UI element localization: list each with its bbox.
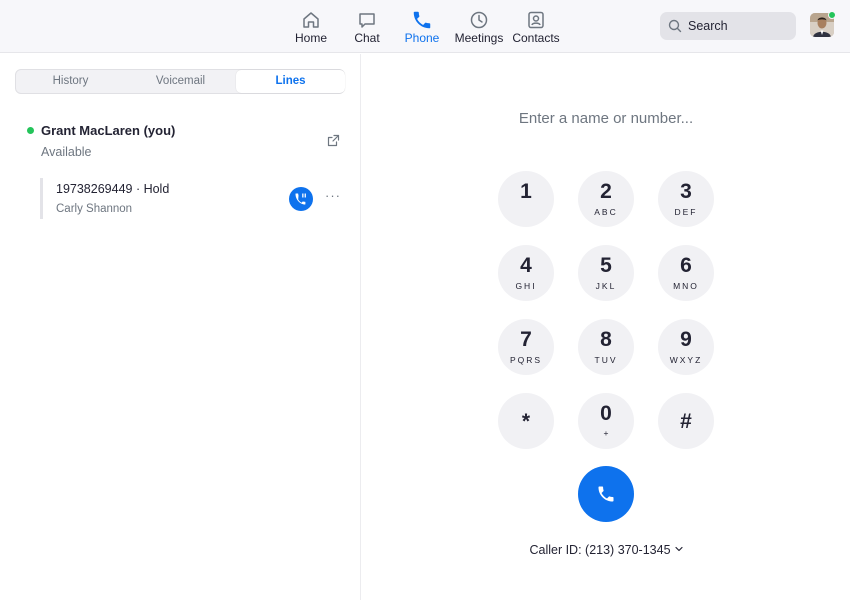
dial-key-digit: # xyxy=(680,410,692,433)
nav-chat[interactable]: Chat xyxy=(337,0,397,53)
nav-phone-label: Phone xyxy=(404,31,440,45)
nav-meetings-label: Meetings xyxy=(454,31,504,45)
chat-icon xyxy=(359,13,375,28)
contacts-icon xyxy=(528,11,544,29)
more-options-button[interactable]: ··· xyxy=(325,189,341,202)
held-call-contact: Carly Shannon xyxy=(56,203,133,215)
nav-meetings[interactable]: Meetings xyxy=(449,0,509,53)
dial-key-3[interactable]: 3 DEF xyxy=(658,171,714,227)
lines-panel: History Voicemail Lines Grant MacLaren (… xyxy=(0,54,361,600)
caller-id-label: Caller ID: (213) 370-1345 xyxy=(529,543,671,557)
tab-bar: History Voicemail Lines xyxy=(15,69,345,94)
nav-chat-label: Chat xyxy=(354,31,380,45)
tab-history[interactable]: History xyxy=(16,70,125,93)
dial-key-9[interactable]: 9 WXYZ xyxy=(658,319,714,375)
nav-contacts[interactable]: Contacts xyxy=(506,0,566,53)
call-button[interactable] xyxy=(578,466,634,522)
dial-key-7[interactable]: 7 PQRS xyxy=(498,319,554,375)
dial-key-5[interactable]: 5 JKL xyxy=(578,245,634,301)
dial-key-digit: 7 xyxy=(520,328,532,351)
dial-key-letters: WXYZ xyxy=(669,355,703,365)
search-label: Search xyxy=(688,19,728,33)
dial-input[interactable]: Enter a name or number... xyxy=(362,110,850,127)
top-navigation-bar: Home Chat Phone Meetings Contacts Search xyxy=(0,0,850,53)
dial-key-star[interactable]: * xyxy=(498,393,554,449)
nav-home-label: Home xyxy=(294,31,327,45)
dial-key-hash[interactable]: # xyxy=(658,393,714,449)
home-icon xyxy=(303,12,319,28)
held-call-indicator xyxy=(40,178,43,219)
held-call-number: 19738269449 · Hold xyxy=(56,182,170,196)
user-name: Grant MacLaren (you) xyxy=(41,123,176,138)
phone-icon xyxy=(598,486,614,502)
presence-indicator xyxy=(828,11,836,19)
dial-key-digit: 1 xyxy=(520,180,532,203)
dial-key-digit: 5 xyxy=(600,254,612,277)
nav-home[interactable]: Home xyxy=(281,0,341,53)
tab-voicemail[interactable]: Voicemail xyxy=(126,70,235,93)
dial-key-letters: MNO xyxy=(673,281,699,291)
nav-contacts-label: Contacts xyxy=(512,31,560,45)
dial-key-8[interactable]: 8 TUV xyxy=(578,319,634,375)
dial-key-4[interactable]: 4 GHI xyxy=(498,245,554,301)
dial-key-letters: GHI xyxy=(515,281,537,291)
dial-key-digit: 9 xyxy=(680,328,692,351)
resume-call-button[interactable] xyxy=(289,187,313,211)
dial-key-letters: PQRS xyxy=(509,355,543,365)
dial-key-2[interactable]: 2 ABC xyxy=(578,171,634,227)
phone-icon xyxy=(413,11,431,29)
dial-key-letters: TUV xyxy=(594,355,618,365)
online-status-dot xyxy=(27,127,34,134)
dial-key-letters: ABC xyxy=(594,207,618,217)
dial-key-letters: DEF xyxy=(674,207,698,217)
dial-key-digit: 4 xyxy=(520,254,532,277)
dial-key-0[interactable]: 0 + xyxy=(578,393,634,449)
dial-key-digit: 8 xyxy=(600,328,612,351)
tab-lines[interactable]: Lines xyxy=(236,70,345,93)
clock-icon xyxy=(470,11,488,29)
search-box[interactable]: Search xyxy=(660,12,796,40)
user-status: Available xyxy=(41,145,92,159)
dial-key-digit: 6 xyxy=(680,254,692,277)
dial-key-1[interactable]: 1 xyxy=(498,171,554,227)
dial-key-6[interactable]: 6 MNO xyxy=(658,245,714,301)
dial-key-letters: + xyxy=(603,428,609,438)
dial-key-digit: 2 xyxy=(600,180,612,203)
dial-key-digit: 0 xyxy=(600,402,612,425)
external-link-icon[interactable] xyxy=(327,134,340,147)
caller-id-selector[interactable]: Caller ID: (213) 370-1345 xyxy=(362,543,850,557)
chevron-down-icon xyxy=(674,546,683,552)
nav-phone[interactable]: Phone xyxy=(392,0,452,53)
dial-key-letters: JKL xyxy=(595,281,617,291)
phone-hold-icon xyxy=(295,193,306,205)
search-icon xyxy=(668,19,682,33)
dial-key-digit: 3 xyxy=(680,180,692,203)
dial-key-digit: * xyxy=(521,410,531,433)
